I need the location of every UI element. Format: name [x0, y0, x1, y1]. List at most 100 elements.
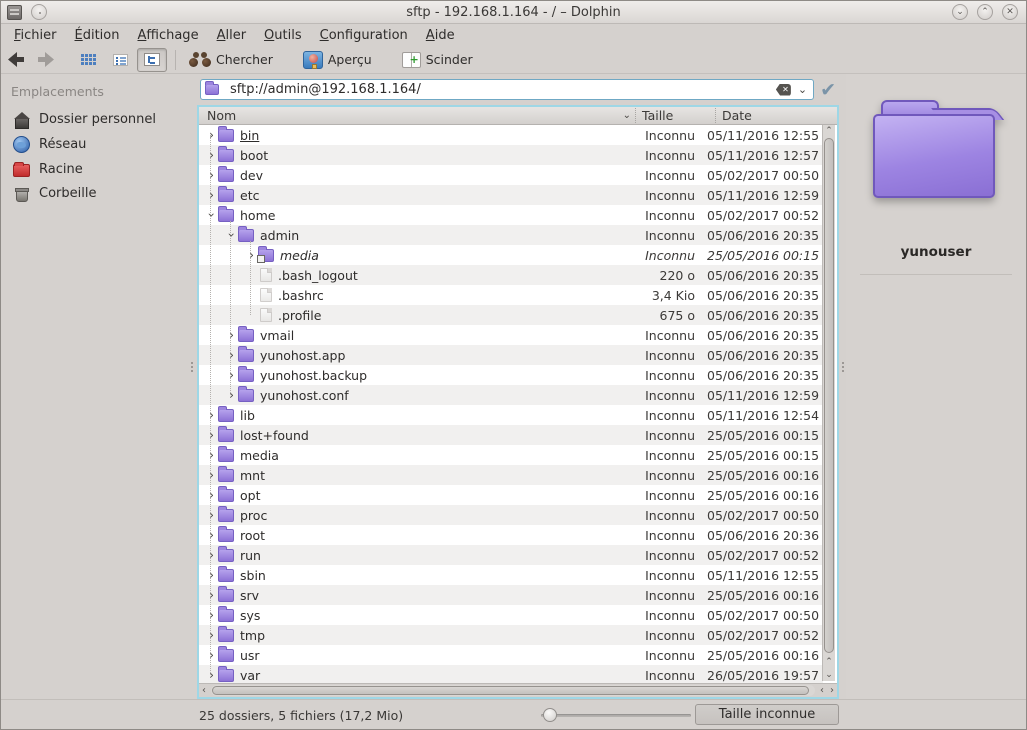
table-row[interactable]: › bin Inconnu 05/11/2016 12:55: [199, 125, 823, 145]
location-url[interactable]: sftp://admin@192.168.1.164/: [230, 82, 771, 97]
location-bar[interactable]: sftp://admin@192.168.1.164/ ⌄: [200, 79, 814, 100]
column-date[interactable]: Date: [715, 108, 837, 123]
file-name[interactable]: yunohost.backup: [260, 368, 621, 383]
accept-location-icon[interactable]: ✔: [820, 81, 836, 99]
file-name[interactable]: media: [240, 448, 621, 463]
details-view-button[interactable]: [105, 48, 135, 72]
zoom-slider[interactable]: [541, 708, 691, 722]
preview-button[interactable]: Aperçu: [298, 49, 377, 71]
file-name[interactable]: sys: [240, 608, 621, 623]
vertical-scrollbar[interactable]: ⌃ ⌃ ⌄: [822, 125, 835, 681]
table-row[interactable]: › proc Inconnu 05/02/2017 00:50: [199, 505, 823, 525]
menu-edition[interactable]: Édition: [66, 26, 129, 45]
column-size[interactable]: Taille: [635, 108, 715, 123]
table-row[interactable]: › root Inconnu 05/06/2016 20:36: [199, 525, 823, 545]
file-name[interactable]: boot: [240, 148, 621, 163]
menu-affichage[interactable]: Affichage: [128, 26, 207, 45]
expander-icon[interactable]: ›: [205, 129, 218, 141]
file-name[interactable]: .profile: [278, 308, 621, 323]
expander-icon[interactable]: ›: [205, 569, 218, 581]
file-name[interactable]: home: [240, 208, 621, 223]
scroll-up-icon[interactable]: ⌃: [823, 125, 835, 137]
expander-icon[interactable]: ›: [205, 609, 218, 621]
expander-icon[interactable]: ›: [205, 589, 218, 601]
table-row[interactable]: .profile 675 o 05/06/2016 20:35: [199, 305, 823, 325]
expander-icon[interactable]: ›: [205, 489, 218, 501]
file-name[interactable]: srv: [240, 588, 621, 603]
file-name[interactable]: var: [240, 668, 621, 683]
file-name[interactable]: dev: [240, 168, 621, 183]
file-name[interactable]: tmp: [240, 628, 621, 643]
expander-icon[interactable]: ›: [225, 369, 238, 381]
menu-configuration[interactable]: Configuration: [311, 26, 417, 45]
table-row[interactable]: › media Inconnu 25/05/2016 00:15: [199, 445, 823, 465]
scroll-left-icon[interactable]: ‹: [817, 685, 827, 696]
expander-icon[interactable]: ›: [205, 449, 218, 461]
table-row[interactable]: › sys Inconnu 05/02/2017 00:50: [199, 605, 823, 625]
table-row[interactable]: › mnt Inconnu 25/05/2016 00:16: [199, 465, 823, 485]
file-name[interactable]: bin: [240, 128, 621, 143]
vscroll-thumb[interactable]: [824, 138, 834, 653]
table-row[interactable]: › sbin Inconnu 05/11/2016 12:55: [199, 565, 823, 585]
chevron-down-icon[interactable]: ⌄: [796, 83, 809, 96]
expander-icon[interactable]: ›: [206, 209, 218, 222]
expander-icon[interactable]: ›: [226, 229, 238, 242]
expander-icon[interactable]: ›: [225, 349, 238, 361]
file-name[interactable]: admin: [260, 228, 621, 243]
panel-splitter[interactable]: [839, 74, 846, 699]
expander-icon[interactable]: ›: [225, 389, 238, 401]
table-row[interactable]: › yunohost.app Inconnu 05/06/2016 20:35: [199, 345, 823, 365]
file-name[interactable]: opt: [240, 488, 621, 503]
expander-icon[interactable]: ›: [205, 629, 218, 641]
table-row[interactable]: › vmail Inconnu 05/06/2016 20:35: [199, 325, 823, 345]
column-name[interactable]: Nom ⌄: [199, 108, 635, 123]
table-row[interactable]: › etc Inconnu 05/11/2016 12:59: [199, 185, 823, 205]
zoom-slider-track[interactable]: [541, 714, 691, 717]
file-name[interactable]: yunohost.conf: [260, 388, 621, 403]
table-row[interactable]: .bashrc 3,4 Kio 05/06/2016 20:35: [199, 285, 823, 305]
zoom-slider-knob[interactable]: [543, 708, 557, 722]
clear-location-icon[interactable]: [776, 84, 791, 96]
icons-view-button[interactable]: [73, 48, 103, 72]
expander-icon[interactable]: ›: [205, 669, 218, 681]
expander-icon[interactable]: ›: [205, 149, 218, 161]
scroll-right-icon[interactable]: ›: [827, 685, 837, 696]
table-row[interactable]: › lib Inconnu 05/11/2016 12:54: [199, 405, 823, 425]
table-row[interactable]: › admin Inconnu 05/06/2016 20:35: [199, 225, 823, 245]
search-button[interactable]: Chercher: [184, 50, 278, 69]
free-space-button[interactable]: Taille inconnue: [695, 704, 839, 725]
file-name[interactable]: usr: [240, 648, 621, 663]
sidebar-splitter[interactable]: [188, 74, 197, 699]
menu-aller[interactable]: Aller: [208, 26, 255, 45]
table-row[interactable]: › home Inconnu 05/02/2017 00:52: [199, 205, 823, 225]
sidebar-item-trash[interactable]: Corbeille: [1, 181, 188, 206]
table-row[interactable]: .bash_logout 220 o 05/06/2016 20:35: [199, 265, 823, 285]
file-name[interactable]: root: [240, 528, 621, 543]
table-row[interactable]: › run Inconnu 05/02/2017 00:52: [199, 545, 823, 565]
file-name[interactable]: lost+found: [240, 428, 621, 443]
file-name[interactable]: mnt: [240, 468, 621, 483]
horizontal-scrollbar[interactable]: ‹ ‹ ›: [199, 683, 837, 697]
minimize-icon[interactable]: ⌄: [952, 4, 968, 20]
table-row[interactable]: › dev Inconnu 05/02/2017 00:50: [199, 165, 823, 185]
file-name[interactable]: proc: [240, 508, 621, 523]
file-name[interactable]: .bash_logout: [278, 268, 621, 283]
table-row[interactable]: › var Inconnu 26/05/2016 19:57: [199, 665, 823, 683]
table-row[interactable]: › usr Inconnu 25/05/2016 00:16: [199, 645, 823, 665]
scroll-down-icon[interactable]: ⌄: [823, 669, 835, 681]
table-row[interactable]: › srv Inconnu 25/05/2016 00:16: [199, 585, 823, 605]
expander-icon[interactable]: ›: [205, 189, 218, 201]
title-bar[interactable]: sftp - 192.168.1.164 - / – Dolphin ⌄ ⌃ ✕: [1, 1, 1026, 24]
expander-icon[interactable]: ›: [205, 469, 218, 481]
expander-icon[interactable]: ›: [205, 529, 218, 541]
table-row[interactable]: › yunohost.backup Inconnu 05/06/2016 20:…: [199, 365, 823, 385]
file-name[interactable]: sbin: [240, 568, 621, 583]
expander-icon[interactable]: ›: [205, 429, 218, 441]
menu-aide[interactable]: Aide: [417, 26, 464, 45]
close-icon[interactable]: ✕: [1002, 4, 1018, 20]
expander-icon[interactable]: ›: [205, 509, 218, 521]
maximize-icon[interactable]: ⌃: [977, 4, 993, 20]
file-name[interactable]: yunohost.app: [260, 348, 621, 363]
hscroll-thumb[interactable]: [212, 686, 809, 695]
sidebar-item-network[interactable]: Réseau: [1, 132, 188, 157]
